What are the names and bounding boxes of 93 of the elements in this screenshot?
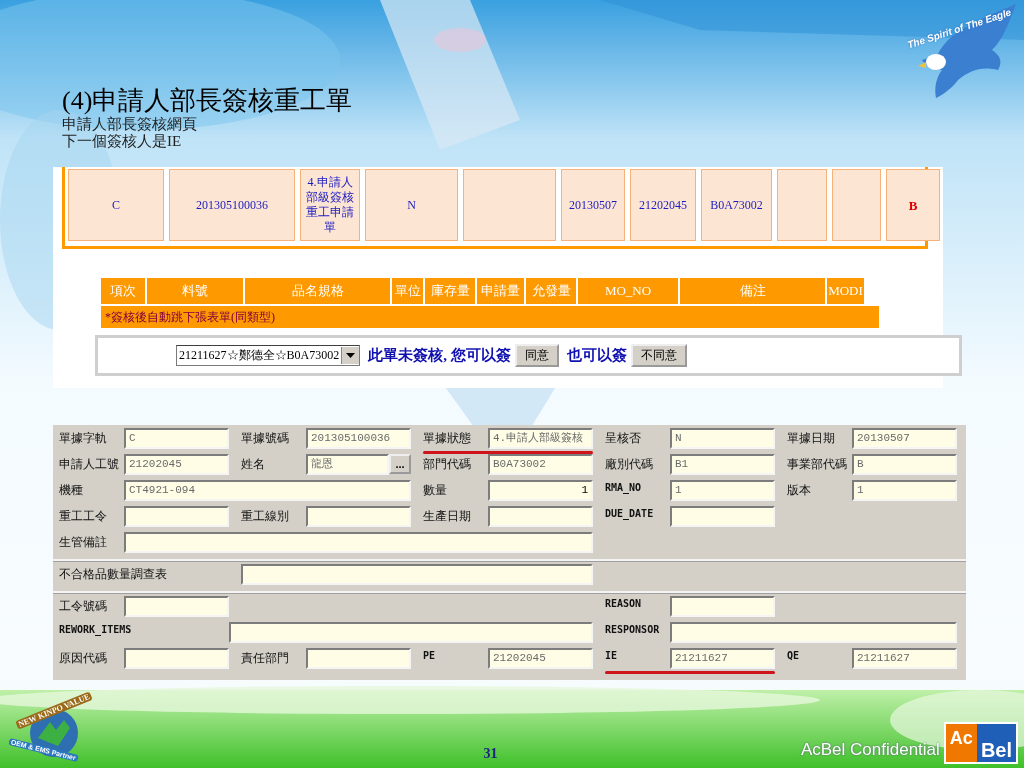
input-field[interactable] — [124, 596, 229, 617]
input-field[interactable] — [124, 648, 229, 669]
input-field[interactable] — [488, 506, 593, 527]
column-header: 庫存量 — [425, 278, 475, 304]
column-header: 料號 — [147, 278, 243, 304]
field-label: RESPONSOR — [605, 623, 661, 635]
field-label: 生管備註 — [59, 534, 108, 551]
table-cell: 20130507 — [561, 169, 625, 241]
field-label: QE — [787, 649, 801, 661]
column-header: 允發量 — [526, 278, 576, 304]
field-label: 廠別代碼 — [605, 456, 654, 473]
logo-text: Ac — [945, 724, 977, 762]
field-label: 姓名 — [241, 456, 266, 473]
field-label: 生產日期 — [423, 508, 472, 525]
field-label: RMA_NO — [605, 481, 643, 493]
field-label: 單據狀態 — [423, 430, 472, 447]
input-field[interactable]: B1 — [670, 454, 775, 475]
field-label: 版本 — [787, 482, 812, 499]
table-cell: N — [365, 169, 458, 241]
field-label: 責任部門 — [241, 650, 290, 667]
subtitle-line: 下一個簽核人是IE — [62, 133, 182, 150]
field-label: IE — [605, 649, 619, 661]
field-label: REWORK_ITEMS — [59, 623, 133, 635]
input-field[interactable]: 201305100036 — [306, 428, 411, 449]
sign-prompt: 也可以簽 — [566, 346, 627, 365]
field-label: 重工工令 — [59, 508, 108, 525]
input-field[interactable]: 1 — [670, 480, 775, 501]
input-field[interactable]: 龍恩 — [306, 454, 389, 475]
field-label: 單據日期 — [787, 430, 836, 447]
table-cell: C — [68, 169, 164, 241]
logo-text: Bel — [976, 724, 1016, 762]
field-label: 數量 — [423, 482, 448, 499]
page-number: 31 — [483, 746, 498, 762]
input-field[interactable]: 21202045 — [124, 454, 229, 475]
input-field[interactable]: 1 — [488, 480, 593, 501]
slide-title: (4)申請人部長簽核重工單 — [62, 86, 353, 116]
logo-text: The Spirit of The Eagle — [906, 6, 1013, 51]
input-field[interactable] — [306, 506, 411, 527]
field-label: 部門代碼 — [423, 456, 472, 473]
input-field[interactable]: 20130507 — [852, 428, 957, 449]
input-field[interactable]: B — [852, 454, 957, 475]
sign-prompt: 此單未簽核, 您可以簽 — [368, 346, 511, 365]
field-label: 重工線別 — [241, 508, 290, 525]
column-header: 單位 — [392, 278, 423, 304]
signer-dropdown[interactable]: 21211627☆鄭德全☆B0A73002 — [176, 345, 361, 366]
input-field[interactable]: 21211627 — [670, 648, 775, 669]
approve-button[interactable]: 同意 — [514, 344, 559, 367]
field-label: 不合格品數量調查表 — [59, 566, 168, 583]
table-cell: B0A73002 — [701, 169, 772, 241]
field-label: 單據字軌 — [59, 430, 108, 447]
reject-button[interactable]: 不同意 — [630, 344, 687, 367]
input-field[interactable]: N — [670, 428, 775, 449]
table-cell: 21202045 — [630, 169, 696, 241]
input-field[interactable] — [670, 596, 775, 617]
input-field[interactable] — [241, 564, 593, 585]
subtitle-line: 申請人部長簽核網頁 — [62, 116, 197, 133]
column-header: MODI — [827, 278, 864, 304]
field-label: 事業部代碼 — [787, 456, 848, 473]
column-header: 品名規格 — [245, 278, 390, 304]
column-header: 項次 — [101, 278, 145, 304]
table-cell — [777, 169, 827, 241]
column-header: 備注 — [680, 278, 825, 304]
table-cell: 4.申請人部級簽核重工申請單 — [300, 169, 360, 241]
table-cell — [832, 169, 881, 241]
input-field[interactable]: C — [124, 428, 229, 449]
table-cell: B — [886, 169, 940, 241]
field-label: 單據號碼 — [241, 430, 290, 447]
input-field[interactable]: B0A73002 — [488, 454, 593, 475]
field-label: REASON — [605, 597, 643, 609]
note-bar: *簽核後自動跳下張表單(同類型) — [101, 306, 879, 328]
input-field[interactable] — [670, 622, 957, 643]
input-field[interactable]: 21211627 — [852, 648, 957, 669]
column-header: 申請量 — [477, 278, 524, 304]
input-field[interactable] — [306, 648, 411, 669]
field-label: PE — [423, 649, 437, 661]
input-field[interactable] — [124, 532, 593, 553]
input-field[interactable] — [124, 506, 229, 527]
field-label: 工令號碼 — [59, 598, 108, 615]
input-field[interactable] — [229, 622, 593, 643]
input-field[interactable] — [670, 506, 775, 527]
input-field[interactable]: 21202045 — [488, 648, 593, 669]
table-cell: 201305100036 — [169, 169, 295, 241]
input-field[interactable]: 4.申請人部級簽核 — [488, 428, 593, 449]
field-label: 申請人工號 — [59, 456, 120, 473]
field-label: DUE_DATE — [605, 507, 655, 519]
input-field[interactable]: 1 — [852, 480, 957, 501]
field-label: 原因代碼 — [59, 650, 108, 667]
field-label: 機種 — [59, 482, 84, 499]
field-label: 呈核否 — [605, 430, 642, 447]
browse-button[interactable]: ... — [389, 454, 411, 474]
confidential-label: AcBel Confidential — [800, 740, 940, 760]
input-field[interactable]: CT4921-094 — [124, 480, 411, 501]
column-header: MO_NO — [578, 278, 678, 304]
